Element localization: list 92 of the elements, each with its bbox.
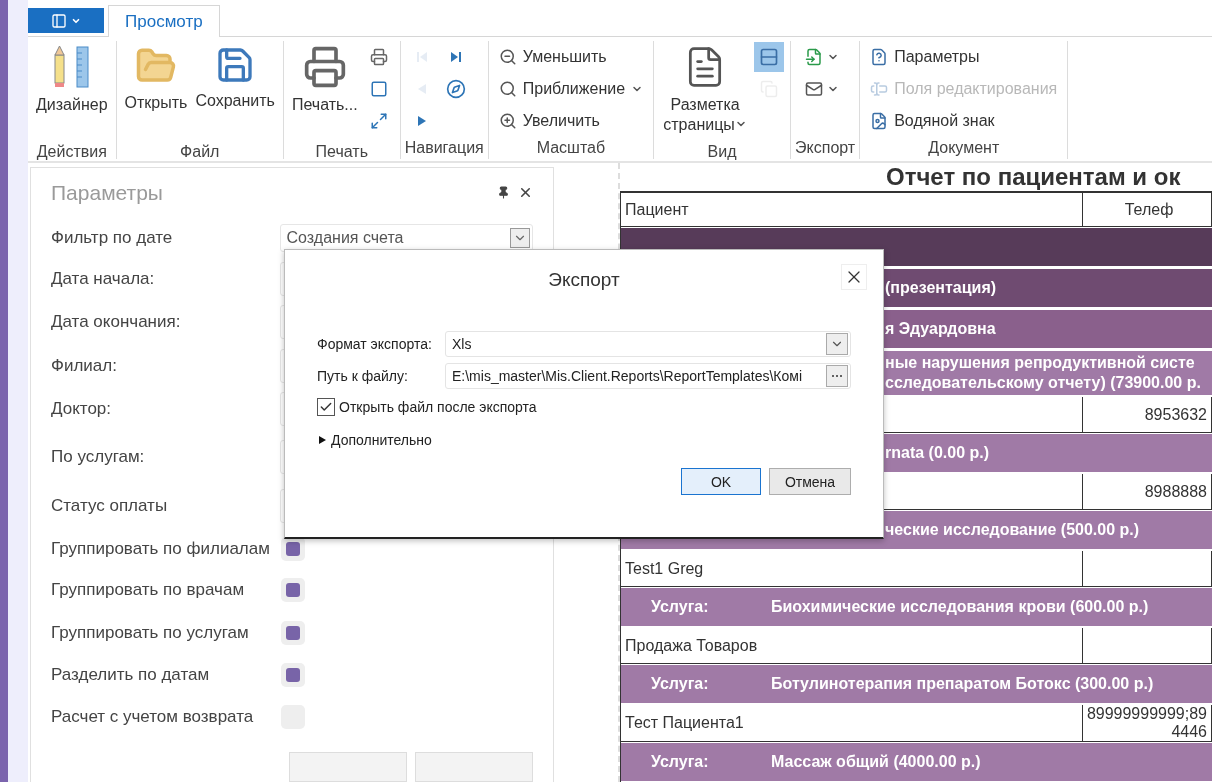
field-label: Статус оплаты <box>51 496 169 517</box>
band-text: (презентация) <box>885 278 997 298</box>
dialog-button[interactable]: OK <box>681 468 761 495</box>
edit-fields-icon <box>870 80 889 98</box>
format-dropdown[interactable]: Xls <box>445 331 851 357</box>
app-menu-button[interactable] <box>28 8 104 33</box>
mail-icon <box>805 80 824 98</box>
dialog-title: Экспорт <box>548 269 620 291</box>
ribbon-button[interactable]: Водяной знак <box>866 105 1062 137</box>
table-cell: 8953632 <box>1083 397 1212 432</box>
close-icon[interactable] <box>518 185 533 200</box>
group-label: Действия <box>35 142 108 162</box>
field-label: Группировать по услугам <box>51 622 250 643</box>
table-cell: Test1 Greg <box>621 551 1083 586</box>
panel-title: Параметры <box>51 180 164 205</box>
checkbox[interactable] <box>281 620 305 645</box>
ribbon-button[interactable]: Уменьшить <box>494 41 648 73</box>
watermark-icon <box>870 112 889 130</box>
dialog-button[interactable]: Отмена <box>769 468 851 495</box>
printer-icon <box>302 45 347 89</box>
band-text: ческие исследование (500.00 р.) <box>885 520 1140 540</box>
table-cell: 8988888 <box>1083 474 1212 509</box>
band-text: Массаж общий (4000.00 р.) <box>771 752 981 772</box>
pages-icon <box>759 47 780 67</box>
field-label: Дата начала: <box>51 268 156 289</box>
panel-icon <box>51 12 67 29</box>
band-text: rnata (0.00 р.) <box>885 443 990 463</box>
expander[interactable]: Дополнительно <box>317 432 432 448</box>
ribbon-button[interactable]: Печать... <box>289 41 360 141</box>
group-label: Вид <box>706 142 738 162</box>
group-label: Масштаб <box>535 138 607 158</box>
ribbon-tab[interactable]: Просмотр <box>108 5 220 37</box>
table-cell: 89999999999;89 4446 <box>1083 705 1212 741</box>
band-text: Биохимические исследования крови (600.00 р.) <box>771 597 1149 617</box>
ribbon-button[interactable]: Разметка страницы <box>660 41 751 141</box>
ribbon-button[interactable]: Увеличить <box>494 105 648 137</box>
field-label: Фильтр по дате <box>51 227 174 248</box>
field-label: Расчет с учетом возврата <box>51 706 255 727</box>
band-label: Услуга: <box>650 753 710 771</box>
ribbon-button[interactable]: Параметры <box>866 41 1062 73</box>
expand-arrow-icon <box>317 435 327 445</box>
field-label: Дата окончания: <box>51 312 182 332</box>
field-label: Группировать по врачам <box>51 580 246 601</box>
checkbox[interactable] <box>281 578 305 603</box>
checkbox[interactable] <box>317 398 335 416</box>
close-button[interactable] <box>841 264 867 290</box>
help-document-icon <box>870 48 889 66</box>
path-field[interactable]: E:\mis_master\Mis.Client.Reports\ReportTemplates\Комі <box>445 363 851 389</box>
pin-icon[interactable] <box>497 186 510 199</box>
checkbox-option[interactable]: Открыть файл после экспорта <box>317 398 851 416</box>
triangle-icon <box>414 50 429 64</box>
browse-icon[interactable] <box>826 365 848 387</box>
field-label: Путь к файлу: <box>317 368 409 384</box>
ribbon-button[interactable]: Приближение <box>494 73 648 105</box>
search-icon <box>498 80 517 98</box>
band-text: ные нарушения репродуктивной систе сследовательскому отчету) (73900.00 р. <box>885 353 1201 393</box>
band-text: Ботулинотерапия препаратом Ботокс (300.00 р.) <box>771 674 1154 694</box>
checkbox[interactable] <box>281 662 305 687</box>
field-label: По услугам: <box>51 447 146 468</box>
ribbon-icon-button[interactable] <box>754 42 785 72</box>
field-label: Разделить по датам <box>51 664 211 685</box>
group-label: Файл <box>179 142 221 162</box>
triangle-icon <box>448 50 463 64</box>
table-cell: Тест Пациента1 <box>621 705 1083 741</box>
printer-icon <box>369 48 388 66</box>
ribbon-button[interactable]: Дизайнер <box>34 41 110 141</box>
field-label: Формат экспорта: <box>317 336 433 352</box>
column-header: Телеф <box>1083 193 1212 226</box>
field-label: Доктор: <box>51 398 112 419</box>
column-header: Пациент <box>621 193 1083 226</box>
page-icon <box>369 80 388 98</box>
table-cell: Продажа Товаров <box>621 628 1083 663</box>
group-label: Печать <box>314 142 369 162</box>
group-label: Навигация <box>403 138 485 158</box>
ribbon-button[interactable]: Сохранить <box>193 41 277 141</box>
check-icon <box>319 400 333 414</box>
band-text: я Эдуардовна <box>885 319 996 339</box>
zoom-out-icon <box>498 48 517 66</box>
zoom-in-icon <box>498 112 517 130</box>
checkbox-label: Открыть файл после экспорта <box>339 399 537 415</box>
file-export-icon <box>805 48 824 66</box>
compass-icon <box>445 79 466 99</box>
group-label: Экспорт <box>794 138 857 158</box>
checkbox[interactable] <box>281 537 305 562</box>
band-label: Услуга: <box>650 598 710 616</box>
resize-icon <box>369 112 388 130</box>
field-label: Группировать по филиалам <box>51 539 271 560</box>
field-label: Филиал: <box>51 355 118 376</box>
ribbon-button[interactable]: Открыть <box>122 41 190 141</box>
band-label: Услуга: <box>650 675 710 693</box>
report-title: Отчет по пациентам и ок <box>886 163 1182 191</box>
group-label: Документ <box>927 138 1001 158</box>
